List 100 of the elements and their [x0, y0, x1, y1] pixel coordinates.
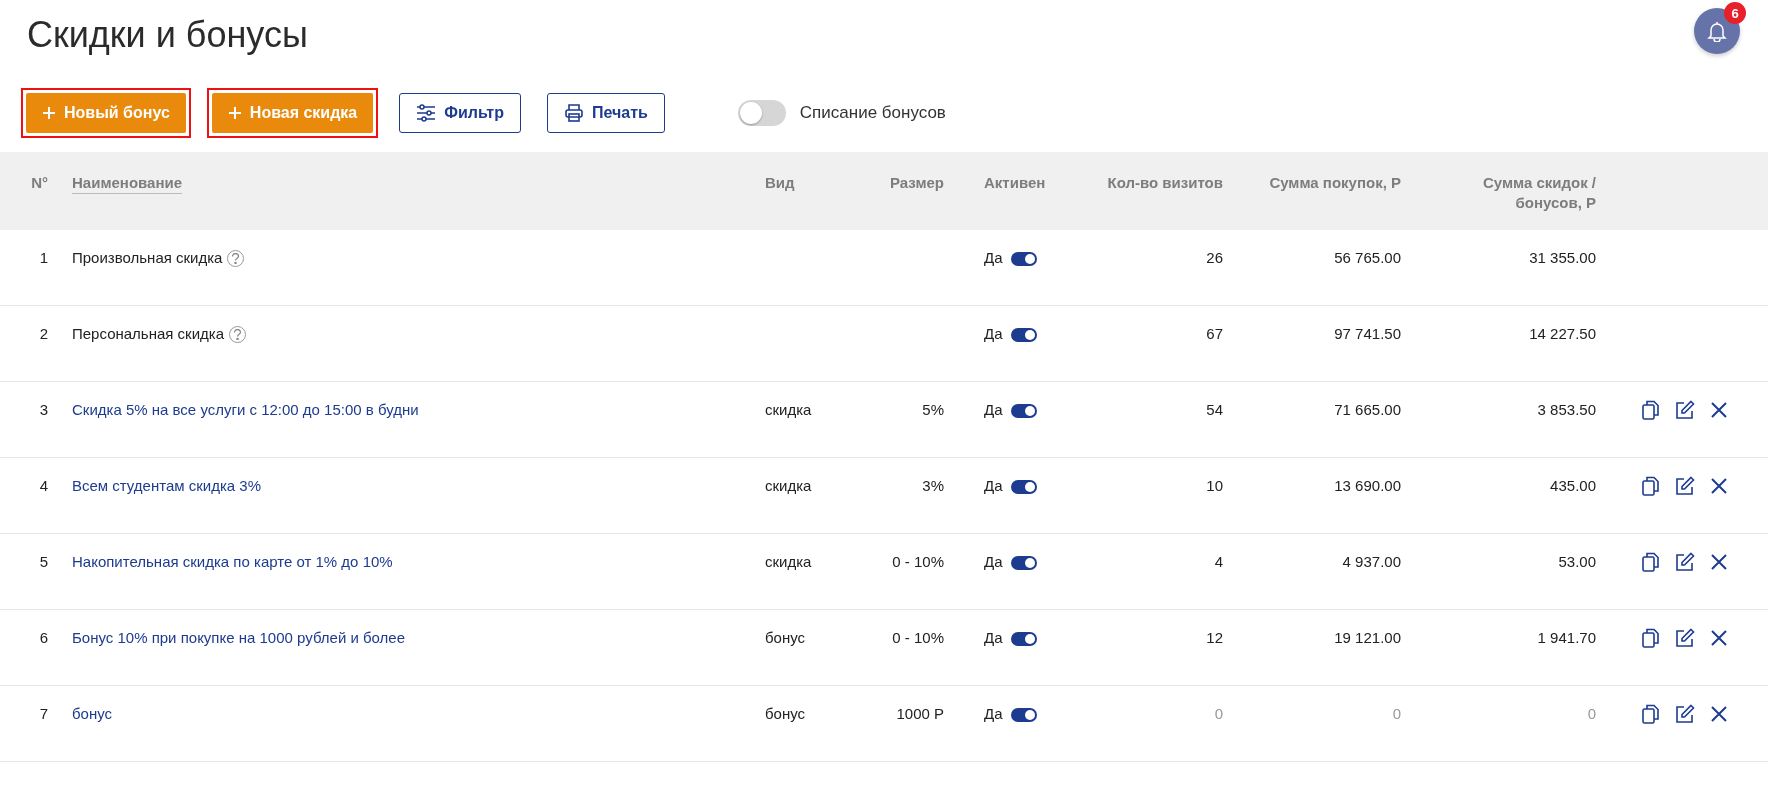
table-cell-text: скидка	[765, 476, 813, 496]
table-cell-text: скидка	[765, 400, 813, 420]
discount-link[interactable]: Накопительная скидка по карте от 1% до 10%	[72, 551, 393, 573]
table-cell-text: 10	[1205, 476, 1224, 496]
copy-button[interactable]	[1640, 475, 1662, 497]
plus-icon	[42, 106, 56, 120]
column-header: Сумма скидок / бонусов, Р	[1481, 173, 1597, 213]
active-toggle[interactable]	[1010, 631, 1037, 646]
table-cell-text: 1 941.70	[1536, 628, 1597, 648]
notification-count: 6	[1724, 2, 1746, 24]
active-toggle[interactable]	[1010, 403, 1037, 418]
close-icon	[1710, 401, 1728, 419]
active-label: Да	[984, 324, 1003, 344]
edit-icon	[1675, 628, 1695, 648]
toggle-switch[interactable]	[737, 100, 786, 126]
row-number: 2	[38, 324, 49, 344]
print-button[interactable]: Печать	[546, 93, 665, 133]
table-cell-text: 0 - 10%	[891, 628, 945, 648]
row-number: 6	[38, 628, 49, 648]
table-cell-text: 435.00	[1549, 476, 1597, 496]
table-cell-text: 4	[1213, 552, 1224, 572]
table-cell-text: 97 741.50	[1333, 324, 1402, 344]
discount-name: Персональная скидка	[72, 324, 224, 344]
discount-link[interactable]: Бонус 10% при покупке на 1000 рублей и более	[72, 627, 406, 649]
discount-link[interactable]: Всем студентам скидка 3%	[72, 475, 262, 497]
active-toggle[interactable]	[1010, 251, 1037, 266]
column-header: Активен	[983, 173, 1047, 193]
edit-icon	[1675, 476, 1695, 496]
close-icon	[1710, 705, 1728, 723]
toggle-label: Списание бонусов	[799, 103, 946, 123]
close-icon	[1710, 629, 1728, 647]
active-label: Да	[984, 552, 1003, 572]
table-cell-text: 1000 Р	[895, 704, 945, 724]
copy-button[interactable]	[1640, 627, 1662, 649]
table-cell-text: 19 121.00	[1333, 628, 1402, 648]
table-cell-text: 3%	[921, 476, 945, 496]
active-label: Да	[984, 628, 1003, 648]
active-label: Да	[984, 248, 1003, 268]
copy-button[interactable]	[1640, 399, 1662, 421]
table-cell-text: 71 665.00	[1333, 400, 1402, 420]
column-header: Сумма покупок, Р	[1268, 173, 1402, 193]
row-number: 1	[38, 248, 49, 268]
column-header: Кол-во визитов	[1106, 173, 1224, 193]
copy-icon	[1642, 628, 1660, 648]
copy-icon	[1642, 552, 1660, 572]
edit-button[interactable]	[1674, 627, 1696, 649]
active-label: Да	[984, 704, 1003, 724]
table-cell-text: скидка	[765, 552, 813, 572]
active-label: Да	[984, 400, 1003, 420]
table-cell-text: 26	[1205, 248, 1224, 268]
page-title: Скидки и бонусы	[27, 13, 308, 57]
column-header: Вид	[765, 173, 796, 193]
active-toggle[interactable]	[1010, 479, 1037, 494]
row-number: 4	[38, 476, 49, 496]
active-toggle[interactable]	[1010, 327, 1037, 342]
printer-icon	[563, 103, 584, 123]
table-cell-text: бонус	[765, 628, 807, 648]
copy-button[interactable]	[1640, 551, 1662, 573]
discount-link[interactable]: Скидка 5% на все услуги с 12:00 до 15:00 в будни	[72, 399, 419, 421]
copy-icon	[1642, 476, 1660, 496]
edit-icon	[1675, 552, 1695, 572]
copy-icon	[1642, 400, 1660, 420]
sliders-icon	[416, 104, 437, 122]
edit-button[interactable]	[1674, 703, 1696, 725]
table-cell-text: 4 937.00	[1341, 552, 1402, 572]
table-cell-text: 12	[1205, 628, 1224, 648]
edit-button[interactable]	[1674, 399, 1696, 421]
table-cell-text: 54	[1205, 400, 1224, 420]
table-cell-text: 14 227.50	[1528, 324, 1597, 344]
copy-button[interactable]	[1640, 703, 1662, 725]
close-icon	[1710, 553, 1728, 571]
column-header: Размер	[888, 173, 945, 193]
column-header: N°	[30, 173, 49, 193]
table-cell-text: 31 355.00	[1528, 248, 1597, 268]
column-header[interactable]: Наименование	[72, 173, 183, 194]
edit-button[interactable]	[1674, 551, 1696, 573]
row-number: 7	[38, 704, 49, 724]
table-cell-text: бонус	[765, 704, 807, 724]
active-toggle[interactable]	[1010, 555, 1037, 570]
edit-icon	[1675, 400, 1695, 420]
table-cell-text: 0	[1213, 704, 1224, 724]
table-cell-text: 53.00	[1557, 552, 1597, 572]
table-cell-text: 0 - 10%	[891, 552, 945, 572]
active-label: Да	[984, 476, 1003, 496]
table-cell-text: 56 765.00	[1333, 248, 1402, 268]
edit-icon	[1675, 704, 1695, 724]
table-cell-text: 5%	[921, 400, 945, 420]
edit-button[interactable]	[1674, 475, 1696, 497]
row-number: 5	[38, 552, 49, 572]
discount-link[interactable]: бонус	[72, 703, 113, 725]
copy-icon	[1642, 704, 1660, 724]
row-number: 3	[38, 400, 49, 420]
table-cell-text: 13 690.00	[1333, 476, 1402, 496]
filter-button[interactable]: Фильтр	[399, 93, 521, 133]
notifications-button[interactable]	[1694, 8, 1740, 54]
table-cell-text: 0	[1586, 704, 1597, 724]
close-icon	[1710, 477, 1728, 495]
table-cell-text: 3 853.50	[1536, 400, 1597, 420]
active-toggle[interactable]	[1010, 707, 1037, 722]
discount-name: Произвольная скидка	[72, 248, 223, 268]
